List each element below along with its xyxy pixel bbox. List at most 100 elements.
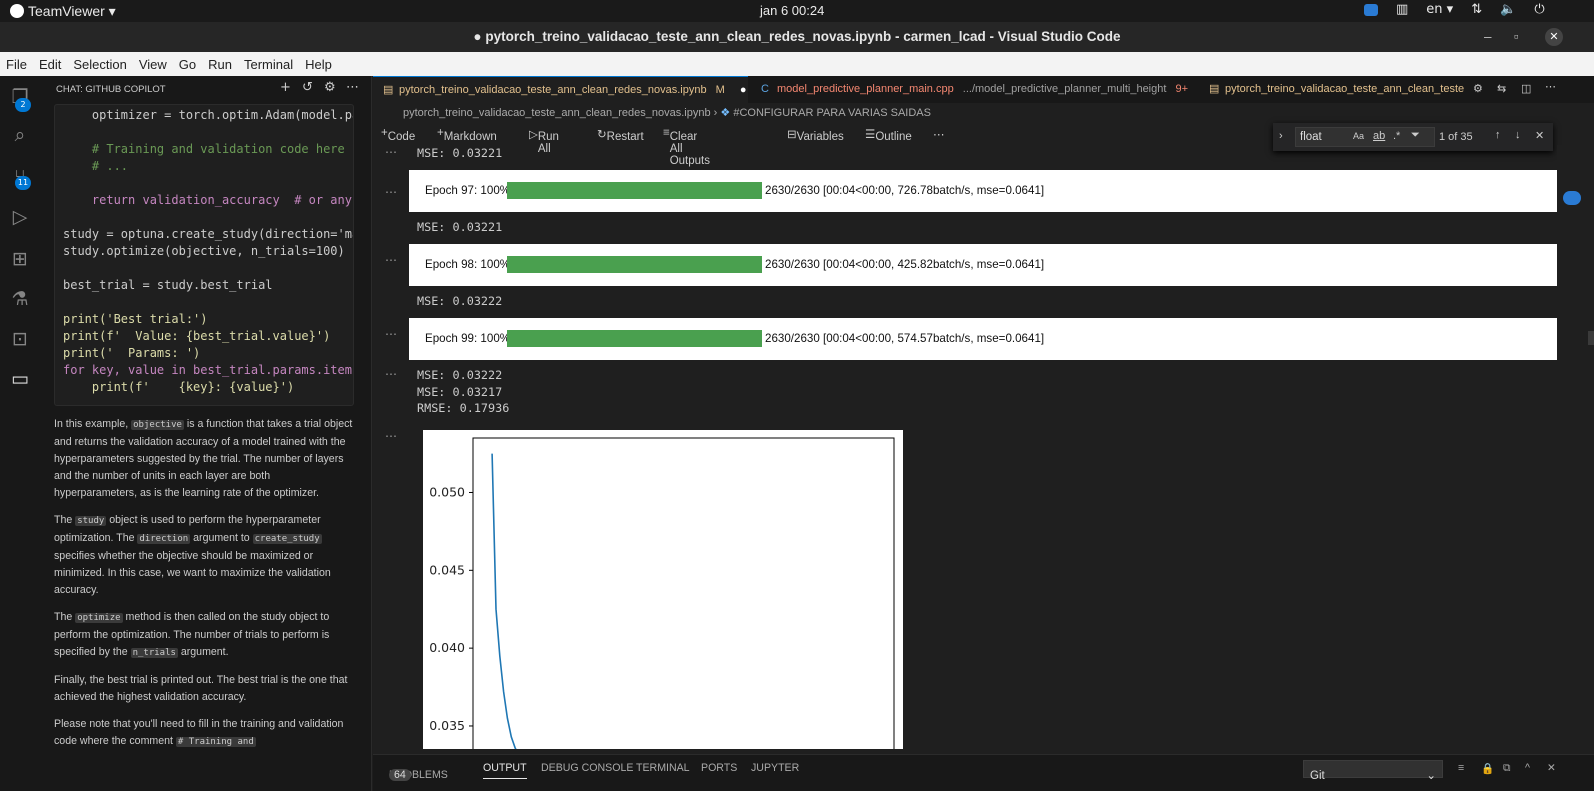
output-actions-icon[interactable]: ⋯: [385, 367, 397, 381]
tab-notebook[interactable]: ▤ pytorch_treino_validacao_teste_ann_cle…: [373, 76, 748, 103]
menu-selection[interactable]: Selection: [67, 57, 132, 72]
tab-dirty-indicator[interactable]: ●: [740, 84, 747, 96]
progress-output: Epoch 97: 100% 2630/2630 [00:04<00:00, 7…: [409, 170, 1559, 212]
output-actions-icon[interactable]: ⋯: [385, 253, 397, 267]
chat-code-block[interactable]: optimizer = torch.optim.Adam(model.pa # …: [54, 104, 354, 406]
testing-icon[interactable]: ⚗: [7, 286, 33, 312]
loss-plot-svg: 0.050 0.045 0.040 0.035: [429, 437, 895, 749]
next-match-icon[interactable]: ↓: [1515, 129, 1521, 141]
scrollbar-thumb[interactable]: [1588, 331, 1594, 345]
power-icon[interactable]: ⏻: [1534, 2, 1544, 17]
close-find-icon[interactable]: ✕: [1535, 129, 1544, 142]
gear-icon[interactable]: ⚙: [1473, 82, 1483, 95]
match-count: 1 of 35: [1439, 131, 1473, 143]
chat-icon[interactable]: ▭: [7, 366, 33, 392]
teamviewer-menu[interactable]: TeamViewer ▾: [28, 3, 116, 20]
breadcrumb-section[interactable]: #CONFIGURAR PARA VARIAS SAIDAS: [733, 107, 931, 119]
add-markdown-button[interactable]: + Markdown: [437, 127, 497, 143]
regex-toggle[interactable]: .*: [1393, 130, 1400, 142]
output-text: MSE: 0.03222: [417, 368, 503, 382]
toggle-replace-icon[interactable]: ›: [1279, 130, 1283, 142]
output-actions-icon[interactable]: ⋯: [385, 429, 397, 443]
tab-debug-console[interactable]: DEBUG CONSOLE: [541, 762, 633, 774]
output-actions-icon[interactable]: ⋯: [385, 327, 397, 341]
more-actions-icon[interactable]: ⋯: [346, 80, 359, 95]
inline-code: n_trials: [130, 648, 178, 658]
menu-terminal[interactable]: Terminal: [238, 57, 299, 72]
more-actions-icon[interactable]: ⋯: [933, 127, 945, 141]
breadcrumb-file[interactable]: pytorch_treino_validacao_teste_ann_clean…: [403, 107, 711, 119]
tab-cpp[interactable]: C model_predictive_planner_main.cpp .../…: [751, 76, 1191, 103]
network-icon[interactable]: ⇅: [1471, 2, 1482, 17]
previous-match-icon[interactable]: ↑: [1495, 129, 1501, 141]
teamviewer-icon[interactable]: [10, 4, 24, 18]
variables-button[interactable]: ⊟ Variables: [787, 127, 844, 143]
teamviewer-tray-icon[interactable]: [1364, 3, 1378, 16]
progress-bar: [507, 330, 762, 347]
maximize-panel-icon[interactable]: ^: [1525, 762, 1530, 774]
menu-edit[interactable]: Edit: [33, 57, 67, 72]
language-selector[interactable]: en ▾: [1426, 2, 1453, 17]
output-text: MSE: 0.03221: [417, 220, 503, 234]
new-chat-icon[interactable]: +: [280, 80, 291, 95]
remote-explorer-icon[interactable]: ⊡: [7, 326, 33, 352]
code-line: study.optimize(objective, n_trials=100): [63, 244, 345, 258]
inline-code: objective: [131, 420, 184, 430]
window-title: ● pytorch_treino_validacao_teste_ann_cle…: [473, 29, 1121, 44]
close-window-button[interactable]: ✕: [1545, 28, 1563, 46]
run-debug-icon[interactable]: ▷: [7, 204, 33, 230]
restart-button[interactable]: ↻ Restart: [597, 127, 644, 143]
match-word-toggle[interactable]: ab: [1373, 130, 1385, 142]
output-actions-icon[interactable]: ⋯: [385, 145, 397, 159]
scrollbar[interactable]: [1557, 145, 1594, 749]
y-tick-label: 0.045: [429, 562, 465, 577]
menu-run[interactable]: Run: [202, 57, 238, 72]
chat-settings-icon[interactable]: ⚙: [324, 80, 336, 95]
menu-help[interactable]: Help: [299, 57, 338, 72]
chart-tray-icon[interactable]: ▥: [1396, 2, 1408, 17]
search-icon[interactable]: ⌕: [7, 122, 33, 148]
open-output-icon[interactable]: ⧉: [1503, 762, 1511, 775]
maximize-button[interactable]: ▫: [1514, 22, 1519, 52]
menu-file[interactable]: File: [0, 57, 33, 72]
split-editor-icon[interactable]: ◫: [1521, 82, 1531, 95]
chat-paragraph: The optimize method is then called on th…: [54, 609, 354, 662]
lock-icon[interactable]: 🔒: [1481, 762, 1494, 775]
run-all-button[interactable]: ▷ Run All: [529, 127, 559, 155]
clear-outputs-button[interactable]: ≡ Clear All Outputs: [663, 127, 710, 167]
menu-view[interactable]: View: [133, 57, 173, 72]
tab-output[interactable]: OUTPUT: [483, 762, 527, 779]
tab-terminal[interactable]: TERMINAL: [636, 762, 690, 774]
clear-output-icon[interactable]: ≡: [1458, 762, 1464, 774]
more-icon[interactable]: ⋯: [1545, 80, 1556, 93]
epoch-label: Epoch 97: 100%: [425, 184, 511, 197]
code-line: print(' Params: '): [63, 346, 201, 360]
match-case-toggle[interactable]: Aa: [1353, 131, 1364, 141]
tab-jupyter[interactable]: JUPYTER: [751, 762, 799, 774]
outline-button[interactable]: ☰ Outline: [865, 127, 912, 143]
tab-problem-count: 9+: [1175, 83, 1189, 95]
tab-notebook-2[interactable]: ▤ pytorch_treino_validacao_teste_ann_cle…: [1199, 76, 1469, 103]
minimize-button[interactable]: –: [1484, 22, 1492, 52]
cell-output: ⋯ MSE: 0.03221 ⋯ Epoch 97: 100% 2630/263…: [373, 145, 1563, 749]
close-panel-icon[interactable]: ✕: [1547, 762, 1556, 774]
notebook-file-icon: ▤: [383, 84, 394, 96]
y-tick-label: 0.035: [429, 718, 465, 733]
compare-icon[interactable]: ⇆: [1497, 82, 1506, 95]
text: specifies whether the objective should b…: [54, 550, 331, 596]
output-actions-icon[interactable]: ⋯: [385, 185, 397, 199]
filter-icon[interactable]: ⏷: [1411, 129, 1420, 142]
window-title-bar: ● pytorch_treino_validacao_teste_ann_cle…: [0, 22, 1594, 52]
volume-icon[interactable]: 🔈: [1500, 2, 1516, 17]
code-line: print(f' {key}: {value}'): [63, 380, 295, 394]
extensions-icon[interactable]: ⊞: [7, 246, 33, 272]
add-code-button[interactable]: + Code: [381, 127, 415, 143]
tab-ports[interactable]: PORTS: [701, 762, 737, 774]
menu-go[interactable]: Go: [173, 57, 202, 72]
output-channel-select[interactable]: Git ⌄: [1303, 760, 1443, 782]
loss-plot: 0.050 0.045 0.040 0.035: [423, 430, 903, 749]
clock[interactable]: jan 6 00:24: [760, 3, 824, 18]
history-icon[interactable]: ↺: [302, 80, 313, 95]
teamviewer-overlay-icon[interactable]: [1563, 191, 1581, 205]
label: Variables: [796, 131, 844, 143]
